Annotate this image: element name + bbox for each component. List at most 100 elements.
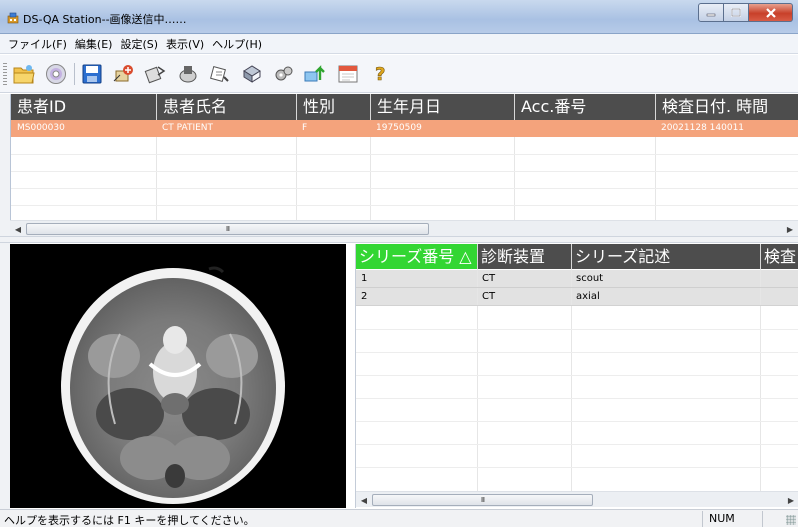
scroll-thumb-grip: III xyxy=(480,496,485,504)
patient-table-header: 患者ID 患者氏名 性別 生年月日 Acc.番号 検査日付. 時間 xyxy=(11,94,798,120)
series-table-header: シリーズ番号 △ 診断装置 シリーズ記述 検査 xyxy=(356,244,798,269)
column-modality[interactable]: 診断装置 xyxy=(477,244,571,269)
grid-line xyxy=(156,137,157,220)
grid-line xyxy=(356,352,798,353)
grid-line xyxy=(356,467,798,468)
minimize-button[interactable] xyxy=(698,3,724,22)
ct-head-image xyxy=(61,266,285,504)
grid-line xyxy=(356,287,798,288)
grid-line xyxy=(760,269,761,491)
table-row[interactable]: 2 CT axial xyxy=(356,288,798,305)
column-study[interactable]: 検査 xyxy=(760,244,798,269)
grid-line xyxy=(571,269,572,491)
maximize-button[interactable] xyxy=(724,3,749,22)
grid-line xyxy=(11,205,798,206)
menu-help[interactable]: ヘルプ(H) xyxy=(208,36,266,52)
send-to-network-icon[interactable] xyxy=(110,60,138,88)
menu-settings[interactable]: 設定(S) xyxy=(116,36,162,52)
column-patient-id[interactable]: 患者ID xyxy=(11,94,156,120)
receive-icon[interactable] xyxy=(174,60,202,88)
column-series-number[interactable]: シリーズ番号 △ xyxy=(356,244,477,269)
scroll-thumb[interactable]: III xyxy=(26,223,429,235)
scroll-thumb-grip: III xyxy=(225,225,230,233)
cell-patient-id: MS000030 xyxy=(17,123,65,133)
send-icon[interactable] xyxy=(142,60,170,88)
scroll-left-arrow[interactable]: ◀ xyxy=(10,221,26,237)
menu-edit[interactable]: 編集(E) xyxy=(71,36,117,52)
grid-line xyxy=(370,137,371,220)
grid-line xyxy=(356,398,798,399)
table-row[interactable]: MS000030 CT PATIENT F 19750509 20021128 … xyxy=(11,120,798,137)
open-folder-icon[interactable] xyxy=(10,60,38,88)
minimize-icon xyxy=(706,13,716,16)
scroll-thumb[interactable]: III xyxy=(372,494,593,506)
window-title: DS-QA Station--画像送信中…… xyxy=(23,13,187,26)
grid-line xyxy=(356,305,798,306)
series-table: シリーズ番号 △ 診断装置 シリーズ記述 検査 1 CT scout 2 CT … xyxy=(355,244,798,508)
window-controls xyxy=(698,3,793,23)
cell-modality: CT xyxy=(482,273,496,284)
column-patient-name[interactable]: 患者氏名 xyxy=(156,94,296,120)
export-icon[interactable] xyxy=(302,60,330,88)
grid-line xyxy=(477,269,478,491)
menu-file[interactable]: ファイル(F) xyxy=(4,36,71,52)
grid-line xyxy=(356,329,798,330)
grid-line xyxy=(11,188,798,189)
cell-sex: F xyxy=(302,123,308,133)
column-birth-date[interactable]: 生年月日 xyxy=(370,94,514,120)
cell-series-number: 1 xyxy=(361,273,368,284)
patient-table-scrollbar[interactable]: ◀ III ▶ xyxy=(10,220,798,236)
menu-bar: ファイル(F) 編集(E) 設定(S) 表示(V) ヘルプ(H) xyxy=(0,34,798,54)
horizontal-splitter[interactable] xyxy=(0,236,798,243)
cd-disc-icon[interactable] xyxy=(42,60,70,88)
series-table-scrollbar[interactable]: ◀ III ▶ xyxy=(356,491,798,507)
svg-text:?: ? xyxy=(375,64,385,85)
grid-line xyxy=(356,421,798,422)
patient-table: 患者ID 患者氏名 性別 生年月日 Acc.番号 検査日付. 時間 MS0000… xyxy=(10,94,798,220)
toolbar: ? xyxy=(0,55,798,93)
close-icon xyxy=(765,7,776,18)
cell-series-description: axial xyxy=(576,291,600,302)
scroll-right-arrow[interactable]: ▶ xyxy=(782,221,798,237)
cell-patient-name: CT PATIENT xyxy=(162,123,214,133)
scroll-right-arrow[interactable]: ▶ xyxy=(783,492,798,508)
resize-grip[interactable] xyxy=(786,515,796,525)
query-icon[interactable] xyxy=(206,60,234,88)
cell-modality: CT xyxy=(482,291,496,302)
left-edge-panel xyxy=(0,94,10,509)
grid-line xyxy=(655,137,656,220)
app-icon xyxy=(7,12,19,24)
status-panel-empty xyxy=(762,511,784,527)
image-viewer[interactable] xyxy=(10,244,346,508)
grid-line xyxy=(356,444,798,445)
print-icon[interactable] xyxy=(238,60,266,88)
column-sex[interactable]: 性別 xyxy=(296,94,370,120)
save-disk-icon[interactable] xyxy=(78,60,106,88)
cell-study-datetime: 20021128 140011 xyxy=(661,123,745,133)
cell-birth-date: 19750509 xyxy=(376,123,422,133)
cell-accession-number xyxy=(514,120,655,137)
title-bar: DS-QA Station--画像送信中…… xyxy=(0,0,798,34)
settings-icon[interactable] xyxy=(270,60,298,88)
maximize-icon xyxy=(731,8,741,17)
grid-line xyxy=(296,137,297,220)
table-row[interactable]: 1 CT scout xyxy=(356,270,798,287)
grid-line xyxy=(11,154,798,155)
status-bar: ヘルプを表示するには F1 キーを押してください。 NUM xyxy=(0,509,798,527)
column-series-description[interactable]: シリーズ記述 xyxy=(571,244,760,269)
cell-series-description: scout xyxy=(576,273,604,284)
scroll-left-arrow[interactable]: ◀ xyxy=(356,492,372,508)
toolbar-grip[interactable] xyxy=(3,63,7,85)
cell-series-number: 2 xyxy=(361,291,368,302)
column-study-datetime[interactable]: 検査日付. 時間 xyxy=(655,94,798,120)
column-accession-number[interactable]: Acc.番号 xyxy=(514,94,655,120)
num-lock-indicator: NUM xyxy=(702,511,762,527)
grid-line xyxy=(514,137,515,220)
close-button[interactable] xyxy=(749,3,793,22)
grid-line xyxy=(356,375,798,376)
menu-view[interactable]: 表示(V) xyxy=(162,36,208,52)
calendar-icon[interactable] xyxy=(334,60,362,88)
help-icon[interactable]: ? xyxy=(368,60,396,88)
toolbar-separator xyxy=(74,63,75,85)
grid-line xyxy=(11,171,798,172)
